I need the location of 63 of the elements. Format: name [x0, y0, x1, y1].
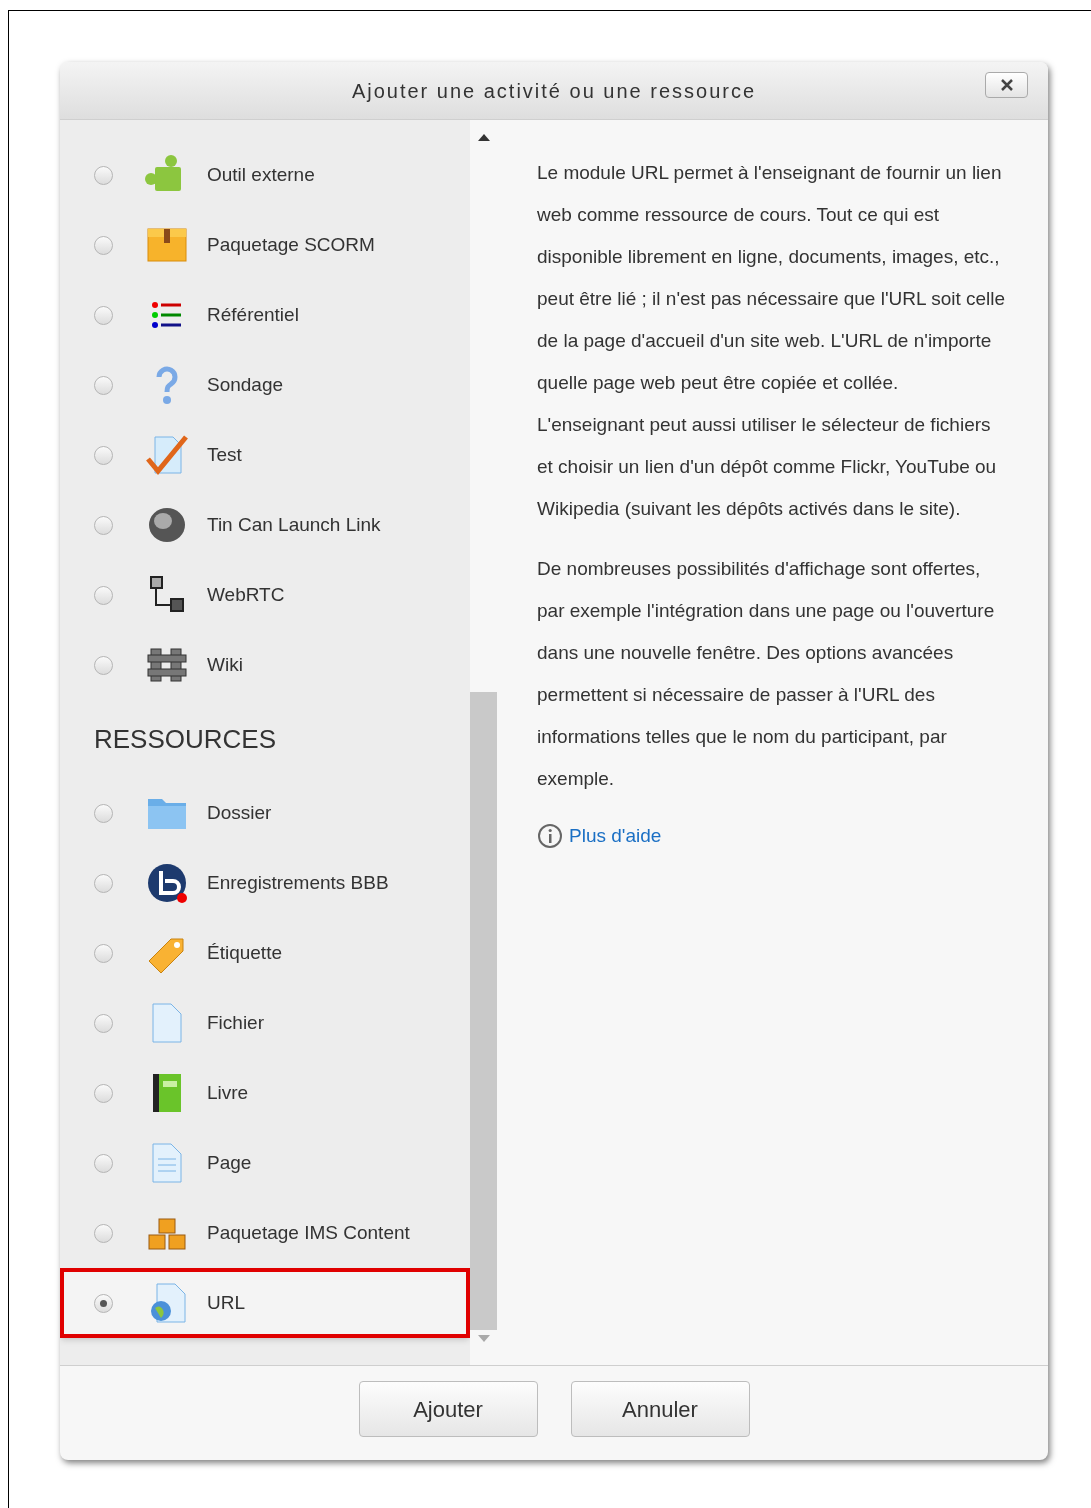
item-label: Référentiel [207, 303, 300, 327]
list-item[interactable]: Wiki [60, 630, 470, 700]
radio-button[interactable] [94, 655, 113, 675]
list-item[interactable]: Paquetage IMS Content [60, 1198, 470, 1268]
radio-button[interactable] [94, 873, 113, 893]
radio-button[interactable] [94, 445, 113, 465]
scroll-up-icon [476, 132, 491, 142]
list-item[interactable]: Sondage [60, 350, 470, 420]
close-button[interactable] [985, 72, 1028, 98]
radio-button[interactable] [94, 1293, 113, 1313]
radio-button[interactable] [94, 585, 113, 605]
dialog-button[interactable]: Annuler [570, 1381, 750, 1437]
list-item[interactable]: Outil externe [60, 140, 470, 210]
list-item[interactable]: Test [60, 420, 470, 490]
radio-button[interactable] [94, 1083, 113, 1103]
item-label: Wiki [207, 653, 244, 677]
item-label: Livre [207, 1081, 250, 1105]
b-logo-icon [145, 861, 189, 905]
radio-button[interactable] [94, 1223, 113, 1243]
radio-button[interactable] [94, 515, 113, 535]
item-label: Tin Can Launch Link [207, 513, 382, 537]
item-label: WebRTC [207, 583, 286, 607]
item-label: URL [207, 1291, 246, 1315]
item-label: Dossier [207, 801, 273, 825]
radio-button[interactable] [94, 803, 113, 823]
scroll-down-icon [476, 1334, 491, 1344]
radio-button[interactable] [94, 943, 113, 963]
item-label: Paquetage IMS Content [207, 1221, 411, 1245]
list-item[interactable]: WebRTC [60, 560, 470, 630]
dialog-title: Ajouter une activité ou une ressource [351, 78, 757, 104]
help-link[interactable]: Plus d'aide [569, 822, 662, 851]
radio-button[interactable] [94, 235, 113, 255]
item-label: Fichier [207, 1011, 265, 1035]
description-paragraph: Le module URL permet à l'enseignant de fournir un lien web comme ressource de cours. Tout ce qui est disponible librement en ligne, documents, images, etc., peut être lié ; il n'est pas nécessaire que l'URL soit celle de la page d'accueil d'un site web. L'URL de n'importe quelle page web peut être copiée et collée. L'enseignant peut aussi utiliser le sélecteur de fichiers et choisir un lien d'un dépôt comme Flickr, YouTube ou Wikipedia (suivant les dépôts activés dans le site). [537, 161, 1007, 521]
radio-button[interactable] [94, 375, 113, 395]
close-icon [999, 78, 1014, 92]
dialog-button[interactable]: Ajouter [358, 1381, 538, 1437]
section-heading: RESSOURCES [93, 722, 278, 756]
list-item[interactable]: Enregistrements BBB [60, 848, 470, 918]
radio-button[interactable] [94, 1153, 113, 1173]
list-item[interactable]: Fichier [60, 988, 470, 1058]
scrollbar-thumb[interactable] [470, 692, 497, 1330]
checkmark-icon [145, 433, 189, 477]
item-label: Paquetage SCORM [207, 233, 376, 257]
list-item[interactable]: Paquetage SCORM [60, 210, 470, 280]
radio-button[interactable] [94, 1013, 113, 1033]
list-item[interactable]: Page [60, 1128, 470, 1198]
item-label: Test [207, 443, 243, 467]
list-item[interactable]: Dossier [60, 778, 470, 848]
radio-button[interactable] [94, 165, 113, 185]
list-item[interactable]: Livre [60, 1058, 470, 1128]
item-label: Page [207, 1151, 253, 1175]
item-label: Enregistrements BBB [207, 871, 390, 895]
info-icon [537, 823, 563, 850]
list-item[interactable]: Référentiel [60, 280, 470, 350]
description-paragraph: De nombreuses possibilités d'affichage sont offertes, par exemple l'intégration dans une page ou l'ouverture dans une nouvelle fenêtre. Des options avancées permettent si nécessaire de passer à l'URL des informations telles que le nom du participant, par exemple. [537, 557, 996, 791]
item-label: Outil externe [207, 163, 316, 187]
list-item[interactable]: URL [60, 1268, 470, 1338]
list-item[interactable]: Tin Can Launch Link [60, 490, 470, 560]
radio-button[interactable] [94, 305, 113, 325]
item-label: Étiquette [207, 941, 283, 965]
list-item[interactable]: Étiquette [60, 918, 470, 988]
item-label: Sondage [207, 373, 285, 397]
